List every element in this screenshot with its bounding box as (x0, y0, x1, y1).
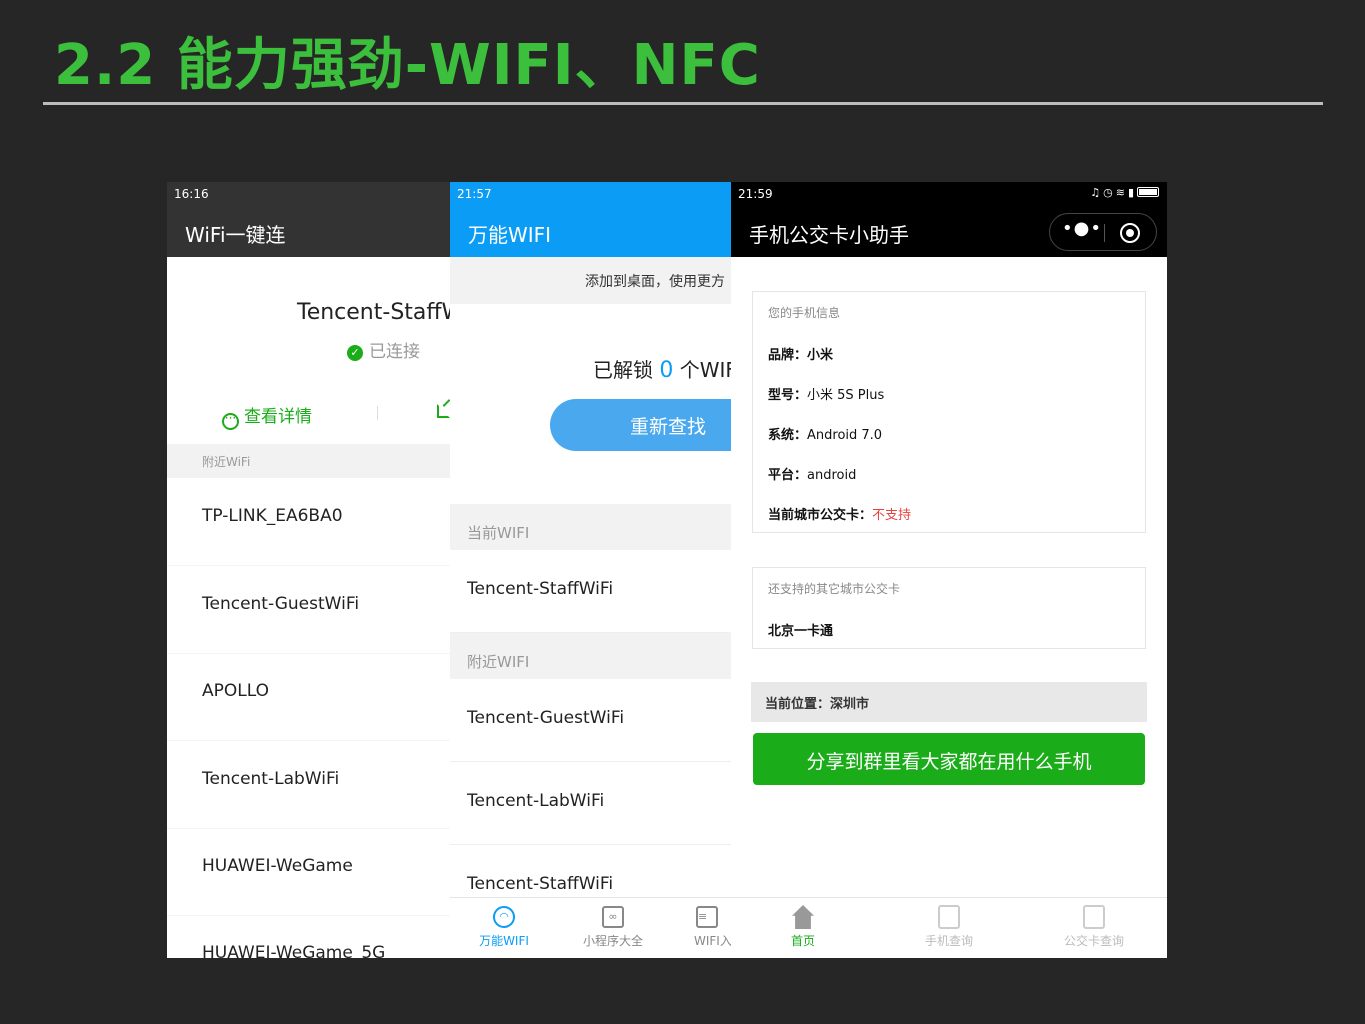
brand-value: 小米 (807, 348, 834, 363)
section-header-nearby: 附近WiFi (167, 444, 450, 478)
card-heading: 还支持的其它城市公交卡 (768, 582, 901, 596)
tab-label: 手机查询 (924, 934, 973, 948)
tab-label: 首页 (790, 934, 815, 948)
unlock-suffix: 个WIF (679, 358, 731, 382)
nav-bar: 万能WIFI (450, 206, 731, 257)
share-to-group-button[interactable]: 分享到群里看大家都在用什么手机 (753, 733, 1145, 785)
model-label: 型号： (768, 388, 808, 403)
cell-signal-icon: ▮ (1127, 186, 1137, 199)
bus-card-status: 不支持 (872, 508, 912, 523)
wifi-list-item[interactable]: HUAWEI-WeGame (167, 828, 450, 916)
external-link-icon[interactable] (437, 404, 450, 418)
link-icon: ∞ (602, 906, 624, 928)
connection-status: ✓ 已连接 (347, 337, 420, 362)
tab-bar: 首页 手机查询 公交卡查询 (731, 897, 1167, 958)
capsule-divider (1104, 224, 1105, 242)
view-details-button[interactable]: ··· 查看详情 (222, 402, 312, 430)
status-bar: 21:57 (450, 182, 731, 206)
brand-row: 品牌：小米 (768, 344, 833, 363)
home-icon (792, 905, 814, 929)
tab-phone-lookup[interactable]: 手机查询 (899, 905, 999, 949)
status-icons: ♫◷≋▮ (1090, 186, 1159, 199)
phone-info-card: 您的手机信息 品牌：小米 型号：小米 5S Plus 系统：Android 7.… (752, 291, 1146, 533)
wifi-list-item[interactable]: Tencent-StaffWiFi (450, 550, 731, 633)
platform-label: 平台： (768, 468, 808, 483)
wifi-icon: ◠ (493, 906, 515, 928)
title-divider (43, 102, 1323, 105)
bus-card-label: 当前城市公交卡： (768, 508, 873, 523)
card-heading: 您的手机信息 (768, 306, 841, 320)
wifi-list-item[interactable]: TP-LINK_EA6BA0 (167, 478, 450, 566)
wifi-list-item[interactable]: APOLLO (167, 653, 450, 741)
phone-wifi-connect: 16:16 WiFi一键连 Tencent-StaffW ✓ 已连接 ··· 查看详… (167, 182, 450, 958)
brand-label: 品牌： (768, 348, 808, 363)
tab-label: WIFI入 (694, 934, 731, 948)
wifi-signal-icon: ≋ (1115, 186, 1128, 199)
search-card-icon (1083, 905, 1105, 929)
unlock-count: 0 (659, 358, 674, 383)
connection-status-label: 已连接 (369, 342, 420, 362)
platform-row: 平台：android (768, 464, 856, 483)
action-divider (377, 406, 378, 420)
current-location: 当前位置：深圳市 (751, 682, 1147, 722)
more-options-icon[interactable]: •●• (1062, 218, 1102, 239)
rescan-button[interactable]: 重新查找 (550, 399, 731, 451)
check-icon: ✓ (347, 345, 363, 361)
wifi-list-item[interactable]: HUAWEI-WeGame_5G (167, 915, 450, 958)
status-bar: 16:16 (167, 182, 450, 206)
nav-title: WiFi一键连 (185, 223, 286, 247)
nav-bar: 手机公交卡小助手 •●• (731, 206, 1167, 257)
wifi-list-item[interactable]: Tencent-GuestWiFi (450, 679, 731, 762)
status-bar: 21:59 ♫◷≋▮ (731, 182, 1167, 206)
tab-label: 万能WIFI (479, 934, 529, 948)
unlock-prefix: 已解锁 (593, 358, 653, 382)
phone-bus-card-helper: 21:59 ♫◷≋▮ 手机公交卡小助手 •●• 您的手机信息 品牌：小米 型号：… (731, 182, 1167, 958)
alarm-icon: ◷ (1103, 186, 1116, 199)
view-details-label: 查看详情 (244, 407, 312, 427)
model-row: 型号：小米 5S Plus (768, 384, 884, 403)
phone-icon (938, 905, 960, 929)
tab-miniprogram-list[interactable]: ∞ 小程序大全 (568, 906, 658, 949)
close-miniprogram-icon[interactable] (1120, 223, 1140, 243)
platform-value: android (807, 468, 857, 483)
status-time: 16:16 (174, 187, 209, 201)
nav-title: 手机公交卡小助手 (749, 223, 909, 247)
battery-icon (1137, 187, 1159, 197)
tab-home[interactable]: 首页 (753, 905, 853, 949)
tab-wifi-entry[interactable]: ≡ WIFI入 (678, 906, 731, 949)
status-time: 21:59 (738, 187, 773, 201)
wifi-list-item[interactable]: Tencent-LabWiFi (450, 762, 731, 845)
mute-icon: ♫ (1090, 186, 1104, 199)
document-icon: ≡ (696, 906, 718, 928)
tab-label: 小程序大全 (582, 934, 643, 948)
tab-universal-wifi[interactable]: ◠ 万能WIFI (459, 906, 549, 949)
connected-ssid: Tencent-StaffW (297, 300, 450, 325)
other-cities-card: 还支持的其它城市公交卡 北京一卡通 (752, 567, 1146, 649)
status-time: 21:57 (457, 187, 492, 201)
wifi-list-item[interactable]: Tencent-LabWiFi (167, 741, 450, 829)
add-to-desktop-banner[interactable]: 添加到桌面，使用更方 (450, 257, 731, 304)
city-card-name: 北京一卡通 (768, 624, 834, 639)
section-header-current: 当前WIFI (450, 504, 731, 550)
city-card-row: 北京一卡通 (768, 620, 833, 639)
os-row: 系统：Android 7.0 (768, 424, 882, 443)
wifi-list-item[interactable]: Tencent-GuestWiFi (167, 566, 450, 654)
os-value: Android 7.0 (807, 428, 883, 443)
phone-universal-wifi: 21:57 万能WIFI 添加到桌面，使用更方 已解锁 0 个WIF 重新查找 … (450, 182, 731, 958)
tab-bar: ◠ 万能WIFI ∞ 小程序大全 ≡ WIFI入 (450, 897, 731, 958)
tab-bus-card-lookup[interactable]: 公交卡查询 (1044, 905, 1144, 949)
slide-title: 2.2 能力强劲-WIFI、NFC (54, 33, 761, 98)
section-header-nearby: 附近WIFI (450, 633, 731, 679)
miniprogram-capsule: •●• (1049, 213, 1157, 251)
unlock-counter: 已解锁 0 个WIF (593, 354, 731, 383)
nav-bar: WiFi一键连 (167, 206, 450, 257)
more-circle-icon: ··· (222, 412, 239, 430)
model-value: 小米 5S Plus (807, 388, 885, 403)
os-label: 系统： (768, 428, 808, 443)
tab-label: 公交卡查询 (1063, 934, 1124, 948)
nav-title: 万能WIFI (468, 223, 552, 247)
bus-card-row: 当前城市公交卡：不支持 (768, 504, 911, 523)
